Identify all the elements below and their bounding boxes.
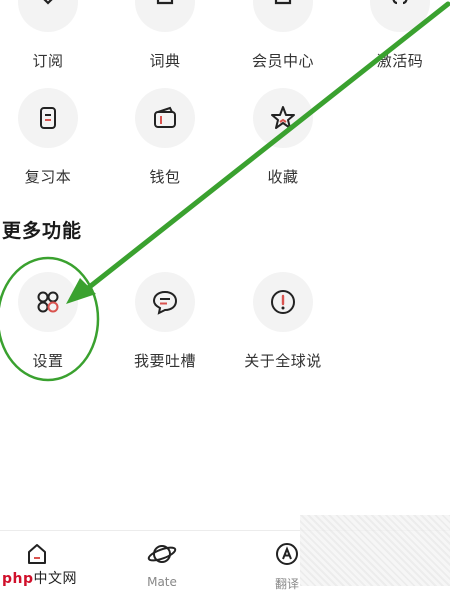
subscribe-label: 订阅 [32,52,64,70]
favorites-tile[interactable]: 收藏 [228,88,338,187]
activation-code-icon [370,0,430,32]
settings-label: 设置 [32,352,64,370]
dictionary-tile[interactable]: 词典 [110,0,220,71]
dictionary-icon [135,0,195,32]
planet-icon [147,545,177,563]
activation-code-label: 激活码 [376,52,424,70]
watermark: php中文网 [2,568,77,588]
subscribe-icon [18,0,78,32]
settings-tile[interactable]: 设置 [0,272,103,371]
settings-grid-icon [18,272,78,332]
watermark-suffix: 中文网 [33,571,78,587]
dictionary-label: 词典 [149,52,181,70]
feedback-chat-icon [135,272,195,332]
subscribe-tile[interactable]: 订阅 [0,0,103,71]
tab-mate-label: Mate [147,575,177,589]
feedback-tile[interactable]: 我要吐槽 [110,272,220,371]
about-tile[interactable]: 关于全球说 [228,272,338,371]
review-book-label: 复习本 [24,168,72,186]
membership-tile[interactable]: 会员中心 [228,0,338,71]
star-icon [253,88,313,148]
review-book-tile[interactable]: 复习本 [0,88,103,187]
info-alert-icon [253,272,313,332]
membership-icon [253,0,313,32]
home-icon [28,544,46,564]
wallet-label: 钱包 [149,168,181,186]
feedback-label: 我要吐槽 [133,352,196,370]
activation-code-tile[interactable]: 激活码 [345,0,450,71]
review-book-icon [18,88,78,148]
translate-icon [276,543,298,565]
wallet-tile[interactable]: 钱包 [110,88,220,187]
blur-noise [300,515,450,586]
tab-mate[interactable]: Mate [127,541,197,589]
about-label: 关于全球说 [244,352,322,370]
wallet-icon [135,88,195,148]
membership-label: 会员中心 [251,52,314,70]
more-features-title: 更多功能 [2,220,83,242]
watermark-brand: php [2,571,34,587]
favorites-label: 收藏 [267,168,299,186]
